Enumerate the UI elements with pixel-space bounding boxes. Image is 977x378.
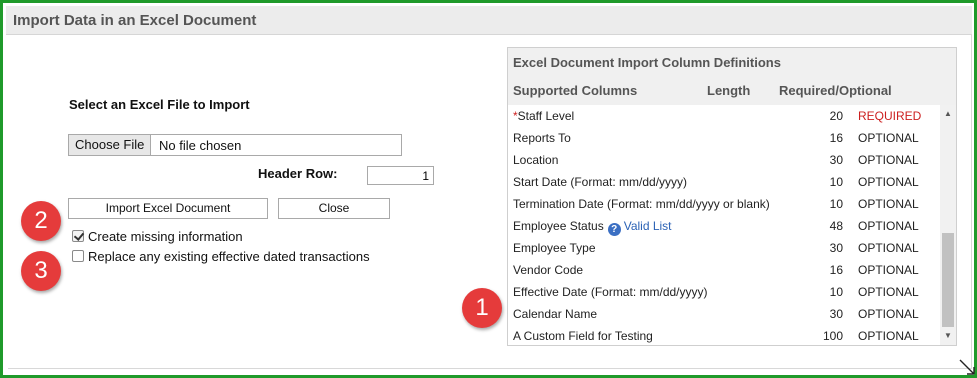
replace-dated-checkbox[interactable]	[72, 250, 84, 262]
row-requirement: OPTIONAL	[858, 175, 919, 189]
row-length: 16	[829, 263, 843, 277]
callout-badge-2: 2	[21, 201, 61, 241]
definitions-title: Excel Document Import Column Definitions	[513, 55, 781, 70]
definition-row: A Custom Field for Testing 100 OPTIONAL	[508, 325, 940, 345]
scroll-thumb[interactable]	[942, 233, 954, 327]
row-name: Effective Date (Format: mm/dd/yyyy)	[513, 285, 708, 299]
arrow-up-icon[interactable]: ▲	[940, 107, 956, 121]
definition-row: Employee Type 30 OPTIONAL	[508, 237, 940, 259]
definition-row: Termination Date (Format: mm/dd/yyyy or …	[508, 193, 940, 215]
column-definitions-panel: Excel Document Import Column Definitions…	[507, 47, 957, 346]
col-header-length: Length	[707, 83, 751, 98]
definitions-scrollbar[interactable]: ▲ ▼	[940, 105, 956, 345]
col-header-supported: Supported Columns	[513, 83, 638, 98]
row-requirement: REQUIRED	[858, 109, 922, 123]
row-requirement: OPTIONAL	[858, 197, 919, 211]
row-name: Vendor Code	[513, 263, 584, 277]
row-name: Staff Level	[517, 109, 575, 123]
row-requirement: OPTIONAL	[858, 241, 919, 255]
definition-row: Start Date (Format: mm/dd/yyyy) 10 OPTIO…	[508, 171, 940, 193]
row-length: 30	[829, 153, 843, 167]
definition-row: Employee Status? Valid List 48 OPTIONAL	[508, 215, 940, 237]
header-row-input[interactable]	[367, 166, 434, 185]
resize-handle-icon[interactable]	[958, 358, 976, 376]
title-bar: Import Data in an Excel Document	[6, 6, 972, 35]
callout-badge-1: 1	[462, 288, 502, 328]
callout-badge-3: 3	[21, 251, 61, 291]
row-name: Reports To	[513, 131, 571, 145]
definition-row: Calendar Name 30 OPTIONAL	[508, 303, 940, 325]
row-name: Location	[513, 153, 559, 167]
valid-list-link[interactable]: Valid List	[624, 219, 672, 233]
row-length: 10	[829, 175, 843, 189]
row-requirement: OPTIONAL	[858, 307, 919, 321]
definition-row: Vendor Code 16 OPTIONAL	[508, 259, 940, 281]
question-circle-icon[interactable]: ?	[607, 223, 621, 236]
row-requirement: OPTIONAL	[858, 219, 919, 233]
row-length: 48	[829, 219, 843, 233]
row-length: 100	[822, 329, 843, 343]
definition-row: Reports To 16 OPTIONAL	[508, 127, 940, 149]
row-name: Calendar Name	[513, 307, 598, 321]
row-requirement: OPTIONAL	[858, 153, 919, 167]
col-header-required: Required/Optional	[779, 83, 892, 98]
row-length: 30	[829, 241, 843, 255]
row-length: 30	[829, 307, 843, 321]
definition-row: Effective Date (Format: mm/dd/yyyy) 10 O…	[508, 281, 940, 303]
row-name: A Custom Field for Testing	[513, 329, 653, 343]
definitions-header: Excel Document Import Column Definitions…	[508, 48, 956, 105]
row-requirement: OPTIONAL	[858, 329, 919, 343]
create-missing-checkbox[interactable]	[72, 230, 84, 242]
definition-row: Location 30 OPTIONAL	[508, 149, 940, 171]
arrow-down-icon[interactable]: ▼	[940, 329, 956, 343]
row-name: Termination Date (Format: mm/dd/yyyy or …	[513, 197, 770, 211]
row-requirement: OPTIONAL	[858, 263, 919, 277]
file-status: No file chosen	[159, 138, 242, 153]
file-input[interactable]: Choose File No file chosen	[68, 134, 402, 156]
create-missing-label: Create missing information	[88, 229, 243, 244]
row-name: Employee Type	[513, 241, 596, 255]
row-length: 16	[829, 131, 843, 145]
definitions-list[interactable]: *Staff Level 20 REQUIRED Reports To 16 O…	[508, 105, 940, 345]
window-title: Import Data in an Excel Document	[13, 12, 257, 29]
row-name: Employee Status	[513, 219, 604, 233]
row-length: 10	[829, 197, 843, 211]
close-button[interactable]: Close	[278, 198, 390, 219]
select-file-label: Select an Excel File to Import	[69, 97, 250, 112]
header-row-label: Header Row:	[258, 166, 338, 181]
replace-dated-label: Replace any existing effective dated tra…	[88, 249, 370, 264]
import-excel-button[interactable]: Import Excel Document	[68, 198, 268, 219]
definition-row: *Staff Level 20 REQUIRED	[508, 105, 940, 127]
row-name: Start Date (Format: mm/dd/yyyy)	[513, 175, 688, 189]
choose-file-button[interactable]: Choose File	[69, 135, 152, 155]
row-length: 10	[829, 285, 843, 299]
row-length: 20	[829, 109, 843, 123]
row-requirement: OPTIONAL	[858, 131, 919, 145]
row-requirement: OPTIONAL	[858, 285, 919, 299]
